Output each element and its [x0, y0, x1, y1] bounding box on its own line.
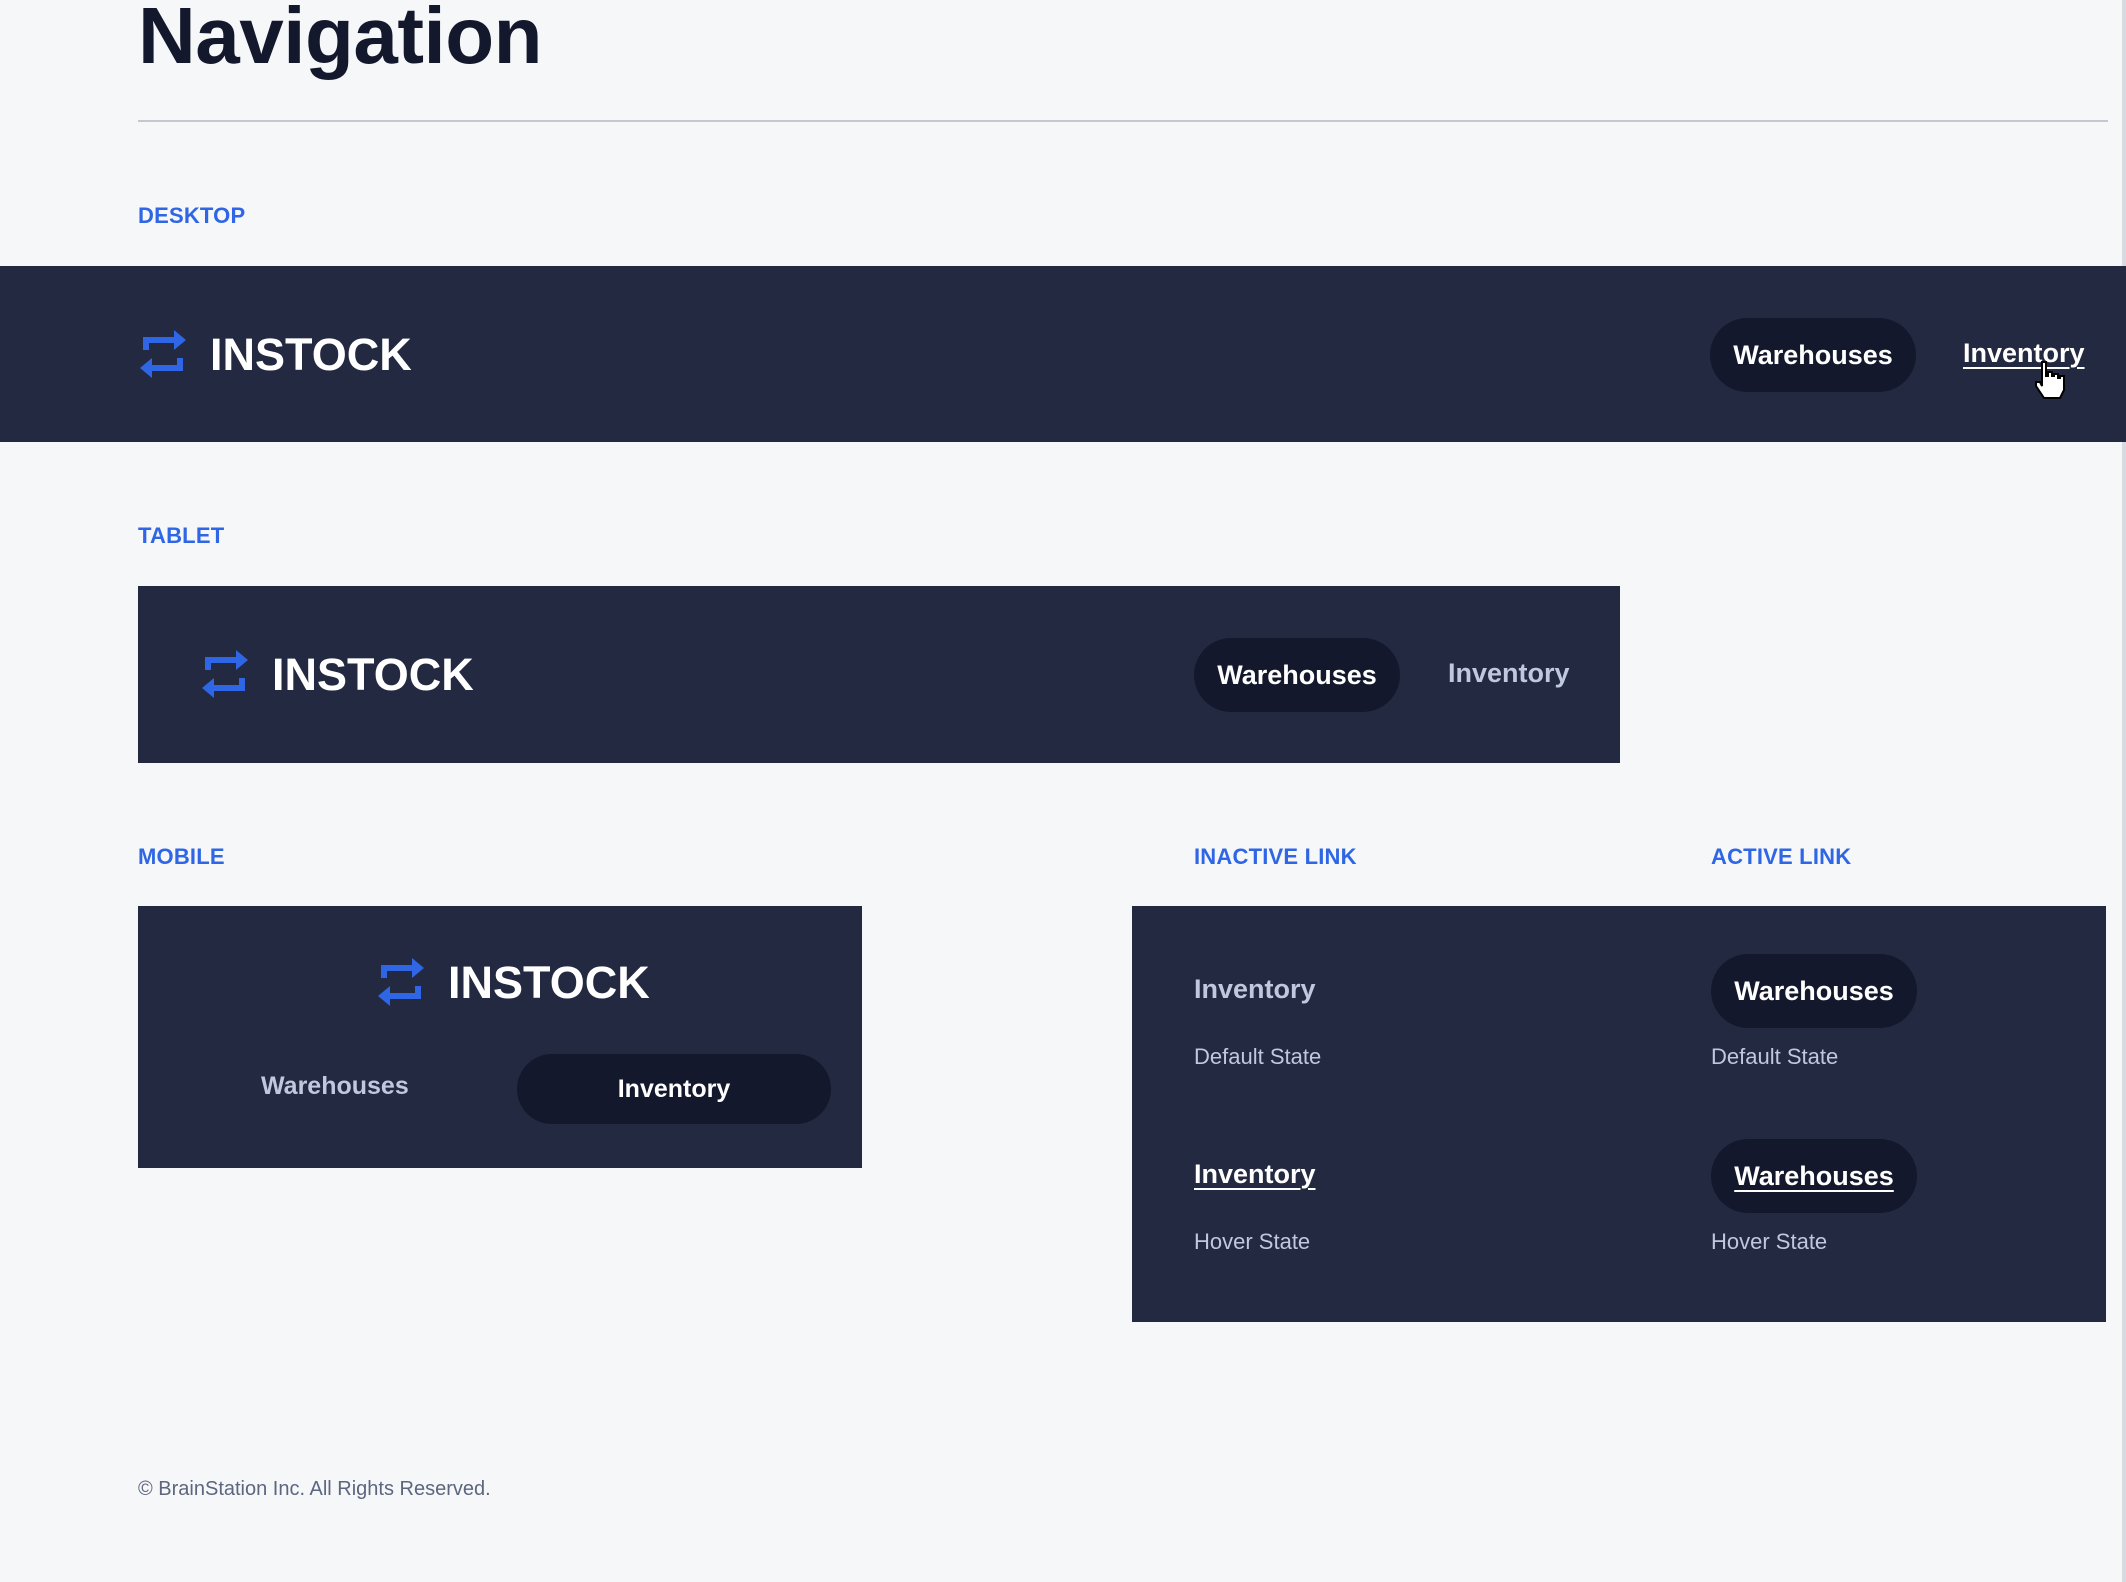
brand-name: INSTOCK: [210, 328, 412, 380]
inactive-link-hover[interactable]: Inventory: [1194, 1159, 1316, 1190]
state-label-hover: Hover State: [1194, 1229, 1311, 1254]
nav-warehouses-active[interactable]: Warehouses: [1194, 638, 1400, 712]
window-edge: [2122, 0, 2126, 1582]
active-link-default[interactable]: Warehouses: [1711, 954, 1917, 1028]
state-label-default: Default State: [1711, 1044, 1839, 1069]
swap-arrows-icon: [202, 650, 248, 698]
mobile-navbar: INSTOCK Warehouses Inventory: [138, 906, 862, 1168]
brand-name: INSTOCK: [448, 956, 650, 1008]
link-states-panel: Inventory Default State Inventory Hover …: [1132, 906, 2106, 1322]
swap-arrows-icon: [378, 958, 424, 1006]
brand-logo[interactable]: INSTOCK: [376, 956, 650, 1008]
nav-inventory-hover[interactable]: Inventory: [1963, 338, 2085, 369]
section-label-desktop: DESKTOP: [138, 203, 246, 228]
nav-inventory-active[interactable]: Inventory: [517, 1054, 831, 1124]
footer-copyright: © BrainStation Inc. All Rights Reserved.: [138, 1478, 491, 1500]
desktop-navbar: INSTOCK Warehouses Inventory: [0, 266, 2126, 442]
nav-inventory[interactable]: Inventory: [1448, 658, 1570, 689]
brand-logo[interactable]: INSTOCK: [200, 648, 474, 700]
swap-arrows-icon: [140, 330, 186, 378]
section-label-mobile: MOBILE: [138, 844, 225, 869]
nav-warehouses-active[interactable]: Warehouses: [1710, 318, 1916, 392]
brand-name: INSTOCK: [272, 648, 474, 700]
page-title: Navigation: [138, 0, 542, 80]
section-label-active-link: ACTIVE LINK: [1711, 844, 1852, 869]
section-label-inactive-link: INACTIVE LINK: [1194, 844, 1357, 869]
nav-warehouses[interactable]: Warehouses: [261, 1072, 409, 1101]
brand-logo[interactable]: INSTOCK: [138, 328, 412, 380]
section-label-tablet: TABLET: [138, 523, 225, 548]
state-label-default: Default State: [1194, 1044, 1322, 1069]
hand-cursor-icon: [2035, 361, 2065, 399]
inactive-link-default[interactable]: Inventory: [1194, 974, 1316, 1005]
tablet-navbar: INSTOCK Warehouses Inventory: [138, 586, 1620, 763]
title-divider: [138, 120, 2108, 122]
active-link-hover[interactable]: Warehouses: [1711, 1139, 1917, 1213]
state-label-hover: Hover State: [1711, 1229, 1828, 1254]
